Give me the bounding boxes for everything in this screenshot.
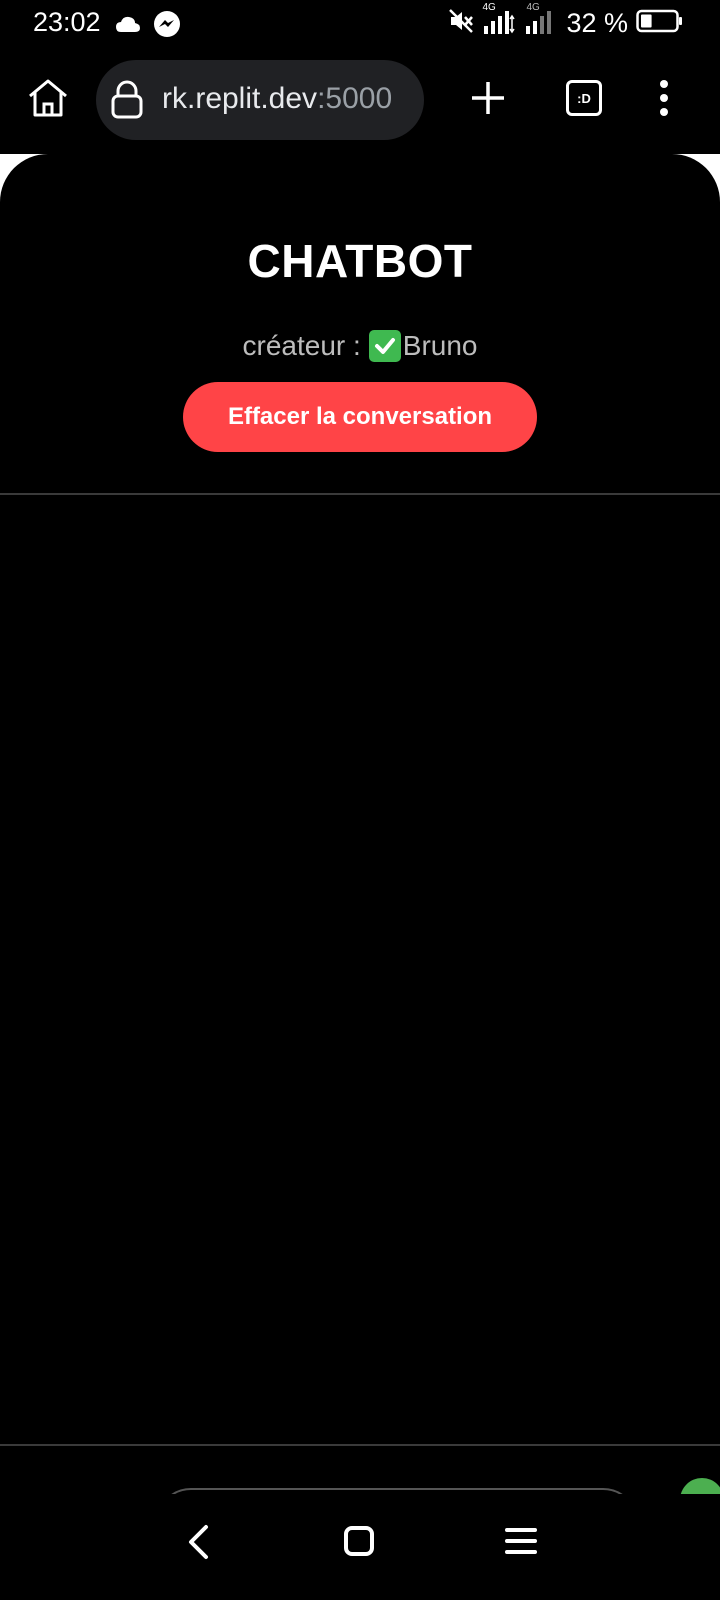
status-time: 23:02 — [33, 7, 101, 37]
signal-2-icon: 4G — [524, 2, 552, 41]
page-title: CHATBOT — [247, 235, 473, 287]
more-vertical-icon — [660, 80, 668, 116]
creator-name: Bruno — [402, 330, 478, 361]
battery-icon — [636, 8, 684, 39]
plus-icon — [472, 82, 504, 114]
recent-apps-button[interactable] — [505, 1526, 537, 1561]
url-port: :5000 — [317, 82, 393, 115]
chat-container: CHATBOT créateur : Bruno Effacer la conv… — [0, 154, 720, 1494]
cloud-icon — [115, 14, 141, 39]
check-mark-icon — [368, 330, 401, 362]
web-page: CHATBOT créateur : Bruno Effacer la conv… — [0, 154, 720, 1494]
send-button[interactable] — [680, 1478, 720, 1494]
address-bar[interactable]: rk.replit.dev:5000 — [96, 60, 424, 140]
network-type-1: 4G — [482, 2, 496, 13]
signal-1-icon: 4G — [482, 2, 516, 41]
browser-menu-button[interactable] — [654, 78, 674, 118]
creator-label: créateur : — [242, 330, 361, 361]
battery-percent: 32 % — [566, 8, 628, 38]
system-nav-bar — [0, 1494, 720, 1600]
phone-screen: 23:02 4G 4G 32 % rk.replit.dev:5000:D C… — [0, 0, 720, 1600]
chat-header: CHATBOT créateur : Bruno Effacer la conv… — [0, 154, 720, 495]
mute-icon — [448, 8, 474, 39]
home-icon — [29, 79, 67, 117]
menu-lines-icon — [505, 1528, 537, 1554]
url-text: rk.replit.dev:5000 — [162, 82, 392, 116]
system-home-button[interactable] — [344, 1526, 374, 1556]
back-icon — [189, 1525, 208, 1559]
creator-line: créateur : Bruno — [0, 330, 720, 362]
input-area — [0, 1446, 720, 1494]
messenger-icon — [153, 10, 181, 43]
lock-icon[interactable] — [110, 80, 144, 120]
url-host: rk.replit.dev — [162, 82, 318, 115]
home-button[interactable] — [26, 76, 70, 120]
new-tab-button[interactable] — [468, 78, 508, 118]
clear-conversation-button[interactable]: Effacer la conversation — [183, 382, 537, 452]
status-bar: 23:02 4G 4G 32 % — [0, 0, 720, 46]
network-type-2: 4G — [526, 2, 540, 13]
browser-toolbar: rk.replit.dev:5000 :D — [0, 52, 720, 142]
tab-switcher-button[interactable]: :D — [566, 80, 602, 116]
messages-area[interactable] — [0, 497, 720, 1441]
back-button[interactable] — [186, 1524, 210, 1565]
